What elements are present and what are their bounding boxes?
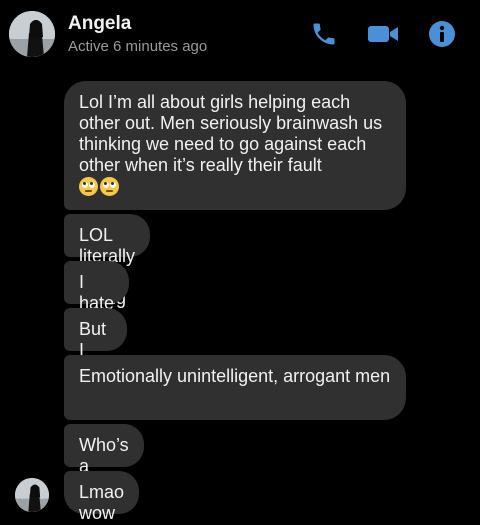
message-bubble[interactable]: Lmao wow	[64, 471, 140, 523]
emoji-row	[79, 177, 391, 196]
video-camera-icon[interactable]	[367, 20, 399, 48]
contact-name: Angela	[68, 13, 132, 34]
message-bubble[interactable]: Lol I’m all about girls helping each oth…	[64, 81, 406, 210]
message-bubble[interactable]: Who’s a nerd	[64, 424, 144, 497]
message-text: Lol I’m all about girls helping each oth…	[79, 92, 383, 175]
sender-avatar[interactable]	[15, 478, 49, 512]
chat-header: Angela Active 6 minutes ago	[0, 0, 480, 64]
message-bubble[interactable]: LOL literally my fcking type	[64, 214, 151, 329]
eye-roll-emoji	[100, 177, 119, 196]
message-bubble[interactable]: I hate it	[64, 261, 130, 334]
info-icon[interactable]	[428, 20, 456, 48]
message-text: Emotionally unintelligent, arrogant men	[79, 366, 391, 386]
message-bubble[interactable]: But I love it	[64, 308, 128, 402]
contact-avatar[interactable]	[9, 11, 55, 57]
eye-roll-emoji	[79, 177, 98, 196]
message-bubble[interactable]: Emotionally unintelligent, arrogant men	[64, 355, 406, 420]
phone-icon[interactable]	[310, 20, 338, 48]
message-text: Lmao wow	[79, 482, 125, 523]
contact-status: Active 6 minutes ago	[68, 38, 208, 55]
